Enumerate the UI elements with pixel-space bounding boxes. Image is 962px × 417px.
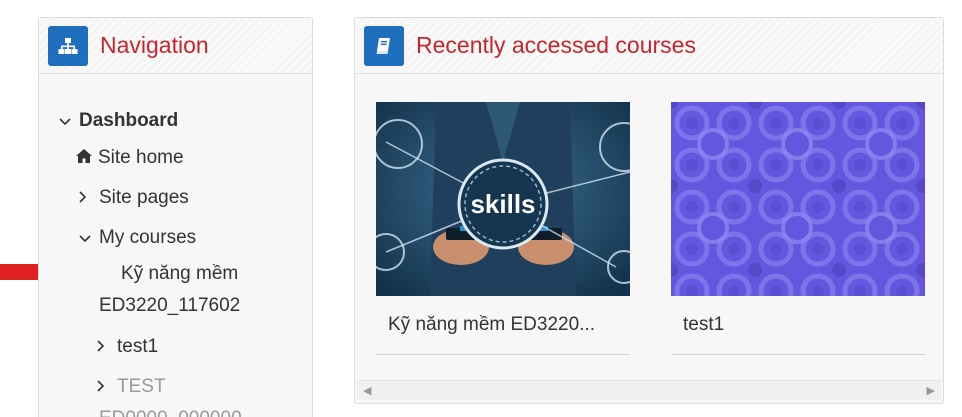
nav-item-course-soft-skills-line2[interactable]: ED3220_117602: [99, 295, 240, 317]
course-name[interactable]: Kỹ năng mềm ED3220...: [388, 314, 595, 336]
chevron-right-icon: [97, 336, 111, 358]
nav-item-course-test1[interactable]: test1: [97, 336, 158, 358]
nav-item-label: Site home: [98, 147, 184, 168]
horizontal-scrollbar[interactable]: ◀ ▶: [357, 380, 941, 400]
sitemap-icon: [48, 25, 88, 66]
nav-item-dashboard[interactable]: Dashboard: [59, 110, 178, 132]
nav-item-label: Dashboard: [79, 110, 179, 131]
navigation-tree: Dashboard Site home Site pages My course…: [39, 74, 312, 417]
course-image-skills[interactable]: skills: [376, 102, 630, 296]
nav-item-site-pages[interactable]: Site pages: [79, 187, 189, 209]
nav-item-label: TEST: [117, 376, 166, 397]
chevron-down-icon: [79, 227, 93, 249]
nav-item-label: test1: [117, 336, 159, 357]
recent-courses-block: Recently accessed courses skills Kỹ năng…: [354, 17, 944, 404]
chevron-right-icon: [79, 187, 93, 209]
recent-courses-header: Recently accessed courses: [355, 18, 943, 74]
nav-item-course-test-line2[interactable]: ED0000_000000: [99, 408, 242, 417]
scroll-right-icon[interactable]: ▶: [927, 384, 935, 397]
nav-item-label: ED3220_117602: [99, 295, 241, 316]
scroll-left-icon[interactable]: ◀: [363, 384, 371, 397]
home-icon: [76, 147, 94, 169]
book-icon: [364, 25, 404, 66]
nav-item-my-courses[interactable]: My courses: [79, 227, 196, 249]
course-card[interactable]: skills Kỹ năng mềm ED3220...: [376, 102, 630, 355]
skills-image-text: skills: [470, 189, 535, 219]
course-card[interactable]: test1: [671, 102, 925, 355]
nav-item-course-soft-skills-line1[interactable]: Kỹ năng mềm: [121, 263, 238, 285]
nav-item-label: ED0000_000000: [99, 408, 242, 417]
navigation-block: Navigation Dashboard Site home Site page…: [38, 17, 313, 417]
course-name[interactable]: test1: [683, 314, 724, 336]
chevron-down-icon: [59, 110, 73, 132]
navigation-title: Navigation: [100, 32, 209, 58]
course-image-pattern[interactable]: [671, 102, 925, 296]
nav-item-course-test[interactable]: TEST: [97, 376, 166, 398]
recent-courses-title: Recently accessed courses: [416, 32, 696, 58]
nav-item-site-home[interactable]: Site home: [76, 147, 184, 169]
nav-item-label: Site pages: [99, 187, 189, 208]
navigation-header: Navigation: [39, 18, 312, 74]
chevron-right-icon: [97, 376, 111, 398]
nav-item-label: Kỹ năng mềm: [121, 263, 239, 284]
nav-item-label: My courses: [99, 227, 197, 248]
